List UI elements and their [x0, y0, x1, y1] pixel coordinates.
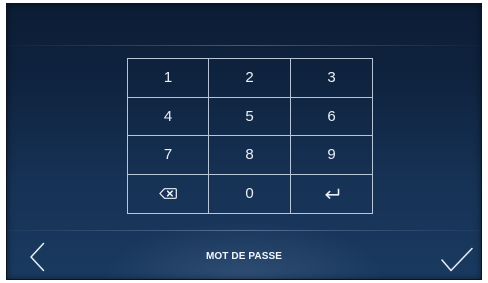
key-1[interactable]: 1: [128, 59, 209, 98]
chevron-left-icon: [28, 242, 50, 277]
password-screen: 1 2 3 4 5 6 7 8 9 0 MOT DE PASSE: [6, 3, 482, 280]
bottom-divider: [6, 230, 482, 231]
key-4[interactable]: 4: [128, 97, 209, 136]
confirm-button[interactable]: [440, 247, 474, 273]
key-9[interactable]: 9: [291, 136, 372, 175]
checkmark-icon: [440, 247, 474, 277]
key-3[interactable]: 3: [291, 59, 372, 98]
key-5[interactable]: 5: [209, 97, 291, 136]
key-6[interactable]: 6: [291, 98, 372, 136]
enter-key[interactable]: [291, 175, 372, 214]
key-2[interactable]: 2: [209, 59, 291, 98]
top-divider: [6, 45, 482, 46]
key-8[interactable]: 8: [209, 136, 291, 175]
numeric-keypad: 1 2 3 4 5 6 7 8 9 0: [127, 58, 373, 214]
backspace-icon: [159, 188, 177, 200]
key-7[interactable]: 7: [128, 136, 209, 175]
key-0[interactable]: 0: [209, 174, 291, 213]
enter-icon: [324, 188, 340, 200]
page-title: MOT DE PASSE: [205, 251, 283, 262]
delete-key[interactable]: [128, 174, 209, 213]
